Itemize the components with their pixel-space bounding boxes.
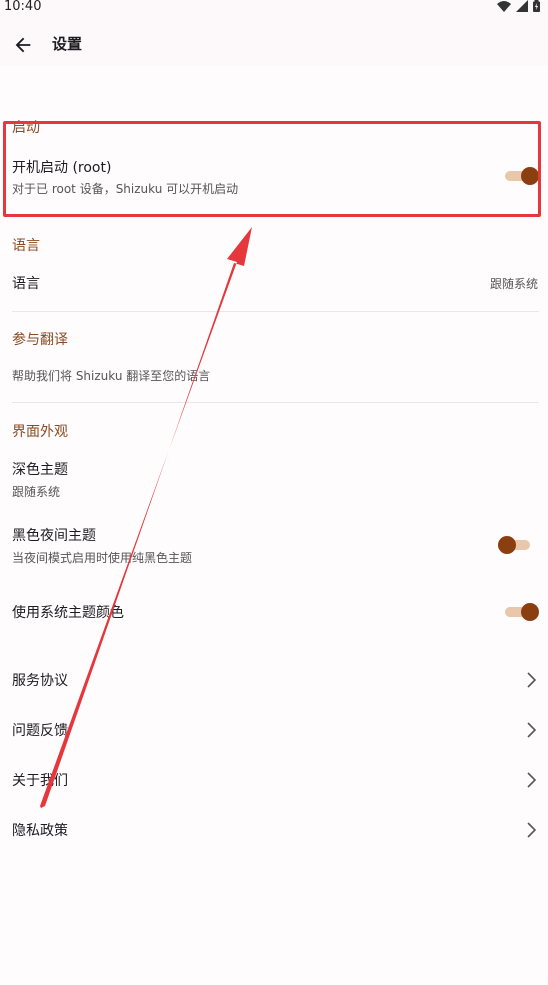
language-value: 跟随系统 <box>489 277 538 291</box>
language-row[interactable]: 语言 跟随系统 <box>0 262 548 302</box>
link-row-privacy-policy[interactable]: 隐私政策 <box>0 810 548 850</box>
black-night-theme-switch[interactable] <box>498 536 534 554</box>
app-bar: 设置 <box>0 26 548 62</box>
black-night-theme-subtitle: 当夜间模式启用时使用纯黑色主题 <box>12 551 193 565</box>
wifi-icon <box>497 1 511 12</box>
section-header-translate: 参与翻译 <box>12 332 68 348</box>
system-color-title: 使用系统主题颜色 <box>12 605 124 621</box>
divider <box>12 402 539 403</box>
system-color-switch[interactable] <box>505 603 539 621</box>
battery-icon <box>533 0 540 12</box>
status-time: 10:40 <box>4 0 42 14</box>
signal-icon <box>516 0 528 12</box>
section-header-language: 语言 <box>12 238 40 254</box>
section-header-appearance: 界面外观 <box>12 424 68 440</box>
annotation-highlight-box <box>3 121 541 217</box>
about-us-label: 关于我们 <box>12 773 68 789</box>
system-color-row[interactable]: 使用系统主题颜色 <box>0 590 548 634</box>
dark-theme-title: 深色主题 <box>12 462 68 478</box>
service-agreement-label: 服务协议 <box>12 673 68 689</box>
back-arrow-icon[interactable] <box>12 34 34 56</box>
black-night-theme-title: 黑色夜间主题 <box>12 528 96 544</box>
divider <box>12 311 539 312</box>
help-translate-row[interactable]: 帮助我们将 Shizuku 翻译至您的语言 <box>0 360 548 394</box>
status-bar: 10:40 <box>0 0 548 16</box>
link-row-about-us[interactable]: 关于我们 <box>0 760 548 800</box>
black-night-theme-row[interactable]: 黑色夜间主题 当夜间模式启用时使用纯黑色主题 <box>0 518 548 570</box>
dark-theme-row[interactable]: 深色主题 跟随系统 <box>0 452 548 504</box>
help-translate-text: 帮助我们将 Shizuku 翻译至您的语言 <box>12 369 211 383</box>
status-icons <box>497 0 540 12</box>
feedback-label: 问题反馈 <box>12 723 68 739</box>
privacy-policy-label: 隐私政策 <box>12 823 68 839</box>
page-title: 设置 <box>52 35 83 53</box>
dark-theme-subtitle: 跟随系统 <box>12 485 61 499</box>
chevron-right-icon <box>527 772 536 788</box>
chevron-right-icon <box>527 672 536 688</box>
chevron-right-icon <box>527 722 536 738</box>
link-row-service-agreement[interactable]: 服务协议 <box>0 660 548 700</box>
link-row-feedback[interactable]: 问题反馈 <box>0 710 548 750</box>
language-title: 语言 <box>12 276 40 292</box>
chevron-right-icon <box>527 822 536 838</box>
